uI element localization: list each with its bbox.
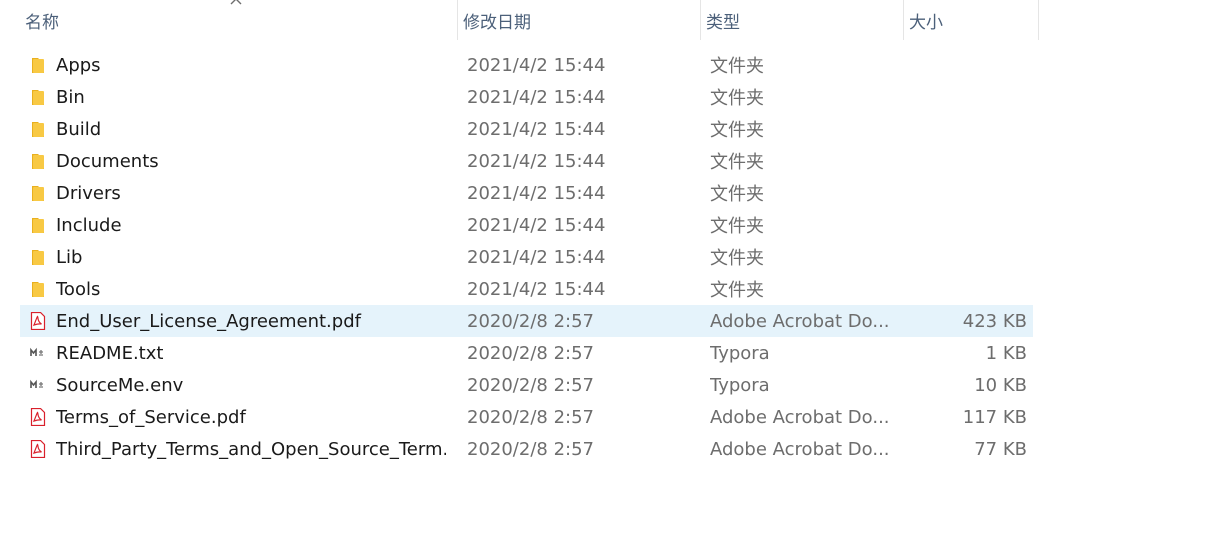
folder-icon (29, 56, 47, 74)
file-type: 文件夹 (710, 56, 764, 77)
file-size: 1 KB (985, 342, 1027, 364)
file-size (906, 241, 1027, 273)
column-name-label: 名称 (25, 12, 59, 33)
markdown-icon (29, 376, 47, 394)
file-size: 10 KB (974, 374, 1027, 396)
column-name[interactable]: 名称 (20, 0, 458, 40)
file-size (906, 81, 1027, 113)
file-row[interactable]: Third_Party_Terms_and_Open_Source_Term..… (20, 433, 1033, 465)
file-modified-date: 2020/2/8 2:57 (467, 406, 594, 428)
file-row[interactable]: Apps 2021/4/2 15:44 文件夹 (20, 49, 1033, 81)
file-name: Third_Party_Terms_and_Open_Source_Term..… (56, 438, 446, 460)
file-type: 文件夹 (710, 120, 764, 141)
column-date-label: 修改日期 (463, 12, 531, 33)
file-name: Include (56, 214, 122, 236)
file-type: 文件夹 (710, 280, 764, 301)
pdf-icon (29, 311, 47, 331)
pdf-icon (29, 439, 47, 459)
column-date[interactable]: 修改日期 (458, 0, 701, 40)
file-list: Apps 2021/4/2 15:44 文件夹 Bin 2021/4/2 15:… (20, 49, 1033, 465)
file-modified-date: 2021/4/2 15:44 (467, 214, 606, 236)
file-row[interactable]: SourceMe.env 2020/2/8 2:57 Typora 10 KB (20, 369, 1033, 401)
file-name: Lib (56, 246, 83, 268)
file-size (906, 145, 1027, 177)
file-name: Bin (56, 86, 85, 108)
column-size[interactable]: 大小 (904, 0, 1039, 40)
file-modified-date: 2021/4/2 15:44 (467, 182, 606, 204)
file-type: Typora (710, 342, 770, 364)
file-size (906, 177, 1027, 209)
column-type[interactable]: 类型 (701, 0, 904, 40)
file-row[interactable]: Include 2021/4/2 15:44 文件夹 (20, 209, 1033, 241)
file-modified-date: 2021/4/2 15:44 (467, 150, 606, 172)
folder-icon (29, 120, 47, 138)
folder-icon (29, 280, 47, 298)
file-modified-date: 2021/4/2 15:44 (467, 86, 606, 108)
file-row[interactable]: Terms_of_Service.pdf 2020/2/8 2:57 Adobe… (20, 401, 1033, 433)
file-modified-date: 2021/4/2 15:44 (467, 118, 606, 140)
file-type: Typora (710, 374, 770, 396)
file-name: Documents (56, 150, 159, 172)
file-type: 文件夹 (710, 184, 764, 205)
column-size-label: 大小 (909, 12, 943, 33)
file-type: 文件夹 (710, 88, 764, 109)
file-modified-date: 2020/2/8 2:57 (467, 310, 594, 332)
file-modified-date: 2021/4/2 15:44 (467, 246, 606, 268)
file-row[interactable]: Lib 2021/4/2 15:44 文件夹 (20, 241, 1033, 273)
file-name: Terms_of_Service.pdf (56, 406, 246, 428)
file-size (906, 209, 1027, 241)
file-name: Apps (56, 54, 101, 76)
file-type: Adobe Acrobat Do... (710, 406, 890, 428)
file-modified-date: 2021/4/2 15:44 (467, 278, 606, 300)
file-row[interactable]: Bin 2021/4/2 15:44 文件夹 (20, 81, 1033, 113)
file-row[interactable]: Drivers 2021/4/2 15:44 文件夹 (20, 177, 1033, 209)
file-size: 77 KB (974, 438, 1027, 460)
file-row[interactable]: Documents 2021/4/2 15:44 文件夹 (20, 145, 1033, 177)
folder-icon (29, 248, 47, 266)
file-size (906, 113, 1027, 145)
file-type: Adobe Acrobat Do... (710, 438, 890, 460)
pdf-icon (29, 407, 47, 427)
file-modified-date: 2020/2/8 2:57 (467, 374, 594, 396)
file-size (906, 273, 1027, 305)
folder-icon (29, 216, 47, 234)
file-name: Drivers (56, 182, 121, 204)
column-header: 名称 修改日期 类型 大小 (20, 0, 1039, 40)
file-name: README.txt (56, 342, 164, 364)
folder-icon (29, 152, 47, 170)
markdown-icon (29, 344, 47, 362)
column-type-label: 类型 (706, 12, 740, 33)
file-size: 117 KB (962, 406, 1027, 428)
file-type: Adobe Acrobat Do... (710, 310, 890, 332)
file-row[interactable]: README.txt 2020/2/8 2:57 Typora 1 KB (20, 337, 1033, 369)
file-row[interactable]: Tools 2021/4/2 15:44 文件夹 (20, 273, 1033, 305)
file-modified-date: 2020/2/8 2:57 (467, 342, 594, 364)
file-row[interactable]: End_User_License_Agreement.pdf 2020/2/8 … (20, 305, 1033, 337)
file-name: SourceMe.env (56, 374, 184, 396)
folder-icon (29, 88, 47, 106)
file-type: 文件夹 (710, 216, 764, 237)
file-modified-date: 2021/4/2 15:44 (467, 54, 606, 76)
file-name: End_User_License_Agreement.pdf (56, 310, 361, 332)
file-row[interactable]: Build 2021/4/2 15:44 文件夹 (20, 113, 1033, 145)
file-type: 文件夹 (710, 152, 764, 173)
file-type: 文件夹 (710, 248, 764, 269)
file-name: Tools (56, 278, 101, 300)
file-size: 423 KB (962, 310, 1027, 332)
folder-icon (29, 184, 47, 202)
file-name: Build (56, 118, 102, 140)
file-size (906, 49, 1027, 81)
file-explorer: 名称 修改日期 类型 大小 Apps 2021/4/2 15:44 文件夹 Bi… (0, 0, 1217, 541)
file-modified-date: 2020/2/8 2:57 (467, 438, 594, 460)
